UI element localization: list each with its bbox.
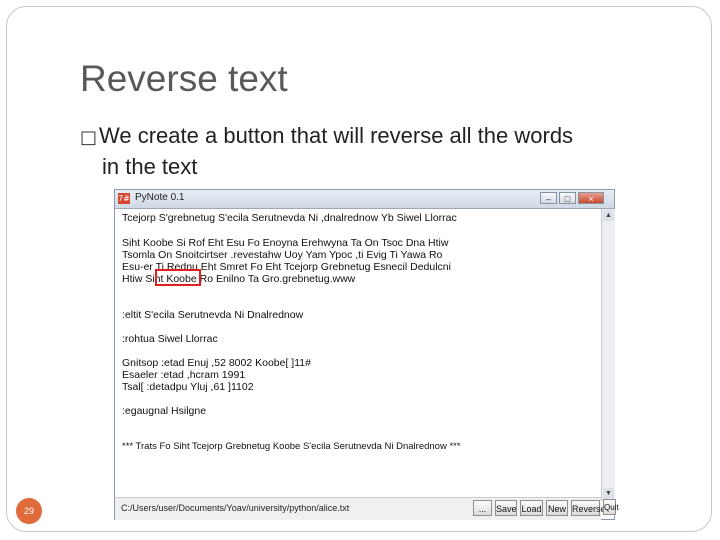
- editor-line: Tsal[ :detadpu Yluj ,61 ]1102: [122, 381, 254, 393]
- vertical-scrollbar[interactable]: ▲ ▼: [601, 209, 615, 501]
- window-title: PyNote 0.1: [135, 192, 185, 203]
- app-icon: 7#: [118, 193, 130, 204]
- file-path: C:/Users/user/Documents/Yoav/university/…: [121, 503, 350, 513]
- save-button[interactable]: Save: [495, 500, 517, 516]
- editor-line: :rohtua Siwel Llorrac: [122, 333, 218, 345]
- title-bar[interactable]: 7# PyNote 0.1 – □ ×: [115, 190, 614, 209]
- scroll-down-icon[interactable]: ▼: [603, 488, 614, 499]
- editor-line: *** Trats Fo Siht Tcejorp Grebnetug Koob…: [122, 441, 461, 452]
- bullet-text: □We create a button that will reverse al…: [80, 121, 680, 181]
- editor-line: Tsomla On Snoitcirtser .revestahw Uoy Ya…: [122, 249, 443, 261]
- bullet-line-1: We create a button that will reverse all…: [99, 123, 574, 148]
- scroll-up-icon[interactable]: ▲: [603, 210, 614, 221]
- load-button[interactable]: Load: [520, 500, 543, 516]
- browse-button[interactable]: ...: [473, 500, 492, 516]
- page-number-badge: 29: [16, 498, 42, 524]
- minimize-button[interactable]: –: [540, 192, 557, 204]
- close-button[interactable]: ×: [578, 192, 604, 204]
- text-editor[interactable]: Tcejorp S'grebnetug S'ecila Serutnevda N…: [115, 209, 601, 486]
- editor-line: Siht Koobe Si Rof Eht Esu Fo Enoyna Ereh…: [122, 237, 449, 249]
- editor-line: :eltit S'ecila Serutnevda Ni Dnalrednow: [122, 309, 304, 321]
- bullet-mark: □: [80, 127, 98, 148]
- maximize-button[interactable]: □: [559, 192, 576, 204]
- editor-line: Gnitsop :etad Enuj ,52 8002 Koobe[ ]11#: [122, 357, 311, 369]
- editor-line: Tcejorp S'grebnetug S'ecila Serutnevda N…: [122, 212, 457, 224]
- editor-line: :egaugnal Hsilgne: [122, 405, 207, 417]
- reverse-button[interactable]: Reverse: [571, 500, 606, 516]
- new-button[interactable]: New: [546, 500, 568, 516]
- quit-button[interactable]: Quit: [603, 499, 619, 515]
- bottom-toolbar: C:/Users/user/Documents/Yoav/university/…: [115, 497, 606, 520]
- slide-title: Reverse text: [80, 58, 288, 99]
- bullet-line-2: in the text: [102, 154, 198, 179]
- highlight-box: [155, 269, 201, 286]
- editor-line: Esaeler :etad ,hcram 1991: [122, 369, 246, 381]
- pynote-window: 7# PyNote 0.1 – □ × Tcejorp S'grebnetug …: [114, 189, 619, 520]
